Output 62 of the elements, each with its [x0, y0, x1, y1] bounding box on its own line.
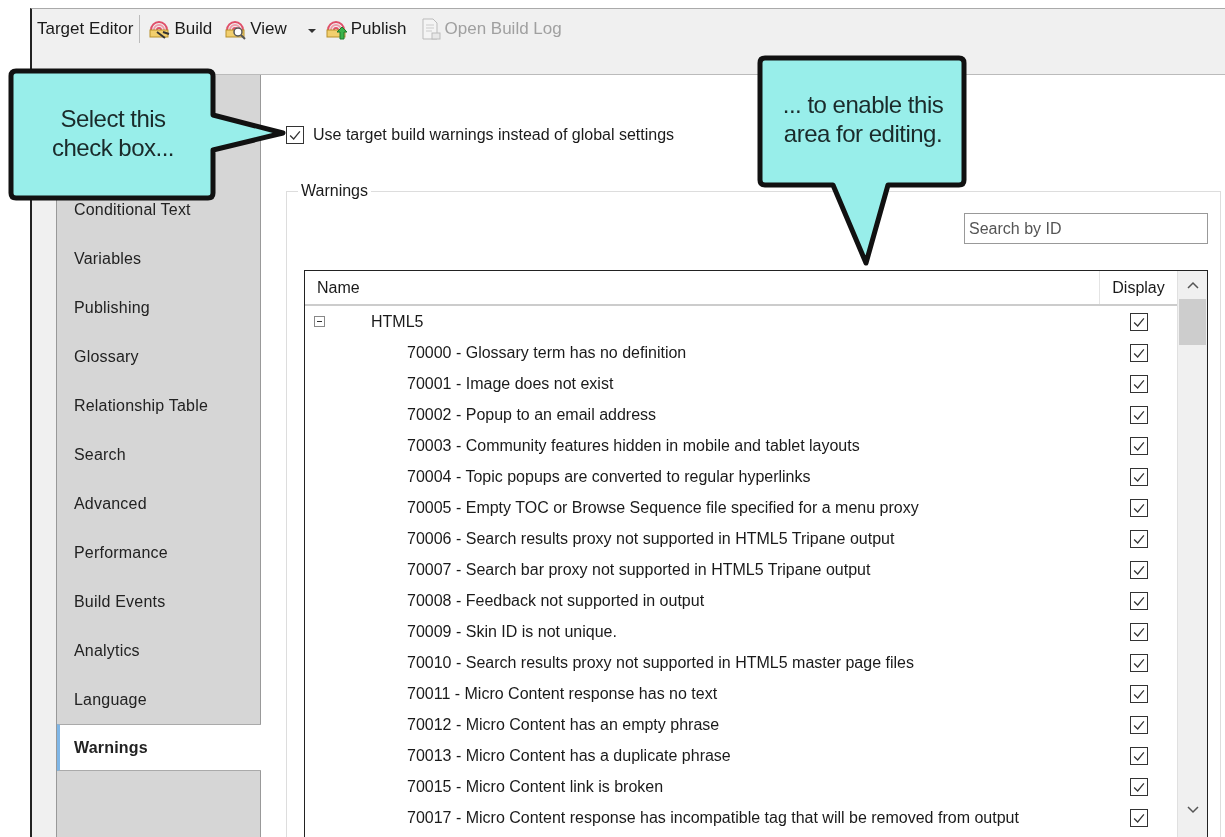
toolbar-button[interactable]: View: [220, 15, 291, 43]
search-field[interactable]: Search by ID: [964, 213, 1208, 244]
sidebar-tab[interactable]: Performance: [57, 528, 260, 577]
toolbar-button[interactable]: Publish: [320, 15, 411, 43]
sidebar-tab[interactable]: Warnings: [57, 724, 261, 771]
warning-name: 70003 - Community features hidden in mobile and tablet layouts: [407, 436, 860, 454]
toolbar-button[interactable]: Build: [144, 15, 217, 43]
warning-name: 70000 - Glossary term has no definition: [407, 343, 687, 361]
warning-name: 70017 - Micro Content response has incompatible tag that will be removed from output: [407, 808, 1019, 826]
display-checkbox[interactable]: [1129, 374, 1148, 393]
warning-name: 70001 - Image does not exist: [407, 374, 614, 392]
checkbox[interactable]: [286, 126, 304, 144]
collapse-icon[interactable]: [314, 316, 325, 327]
warning-name: 70010 - Search results proxy not supported in HTML5 master page files: [407, 653, 914, 671]
warning-name: 70008 - Feedback not supported in output: [407, 591, 705, 609]
scroll-down-icon[interactable]: [1187, 806, 1199, 814]
sidebar-tab[interactable]: Build Events: [57, 577, 260, 626]
display-checkbox[interactable]: [1129, 684, 1148, 703]
display-checkbox[interactable]: [1129, 436, 1148, 455]
warning-name: 70005 - Empty TOC or Browse Sequence file specified for a menu proxy: [407, 498, 919, 516]
display-checkbox[interactable]: [1129, 312, 1148, 331]
display-checkbox[interactable]: [1129, 746, 1148, 765]
warning-name: 70013 - Micro Content has a duplicate phrase: [407, 746, 731, 764]
sidebar-tab[interactable]: Search: [57, 430, 260, 479]
display-checkbox[interactable]: [1129, 777, 1148, 796]
display-checkbox[interactable]: [1129, 560, 1148, 579]
sidebar-tab[interactable]: Analytics: [57, 626, 260, 675]
display-checkbox[interactable]: [1129, 498, 1148, 517]
sidebar-tab[interactable]: Publishing: [57, 283, 260, 332]
sidebar-tab[interactable]: Language: [57, 675, 260, 724]
group-name: HTML5: [371, 312, 424, 331]
display-checkbox[interactable]: [1129, 467, 1148, 486]
callout-text: Select this check box...: [50, 104, 176, 162]
group-title: Warnings: [300, 182, 369, 200]
warning-name: 70007 - Search bar proxy not supported in HTML5 Tripane output: [407, 560, 871, 578]
callout-text: ... to enable this area for editing.: [781, 90, 945, 148]
warning-name: 70011 - Micro Content response has no text: [407, 684, 718, 702]
warning-name: 70015 - Micro Content link is broken: [407, 777, 664, 795]
display-checkbox[interactable]: [1129, 715, 1148, 734]
sidebar-tab[interactable]: Variables: [57, 234, 260, 283]
display-checkbox[interactable]: [1129, 343, 1148, 362]
scrollbar-thumb[interactable]: [1179, 299, 1206, 345]
display-checkbox[interactable]: [1129, 653, 1148, 672]
sidebar-tab[interactable]: Advanced: [57, 479, 260, 528]
display-checkbox[interactable]: [1129, 808, 1148, 827]
warning-name: 70002 - Popup to an email address: [407, 405, 657, 423]
editor-title: Target Editor: [37, 15, 141, 43]
display-checkbox[interactable]: [1129, 591, 1148, 610]
display-checkbox[interactable]: [1129, 622, 1148, 641]
column-header[interactable]: Name: [305, 271, 1099, 304]
warning-name: 70006 - Search results proxy not supported in HTML5 Tripane output: [407, 529, 895, 547]
warning-name: 70012 - Micro Content has an empty phrase: [407, 715, 720, 733]
scroll-up-icon[interactable]: [1186, 281, 1199, 289]
display-checkbox[interactable]: [1129, 529, 1148, 548]
warning-name: 70009 - Skin ID is not unique.: [407, 622, 617, 640]
warning-name: 70004 - Topic popups are converted to regular hyperlinks: [407, 467, 811, 485]
checkbox-label: Use target build warnings instead of global settings: [313, 126, 675, 144]
sidebar-tab[interactable]: Relationship Table: [57, 381, 260, 430]
caret-icon[interactable]: [306, 28, 317, 34]
scrollbar[interactable]: [1177, 271, 1207, 837]
display-checkbox[interactable]: [1129, 405, 1148, 424]
sidebar-tab[interactable]: Glossary: [57, 332, 260, 381]
